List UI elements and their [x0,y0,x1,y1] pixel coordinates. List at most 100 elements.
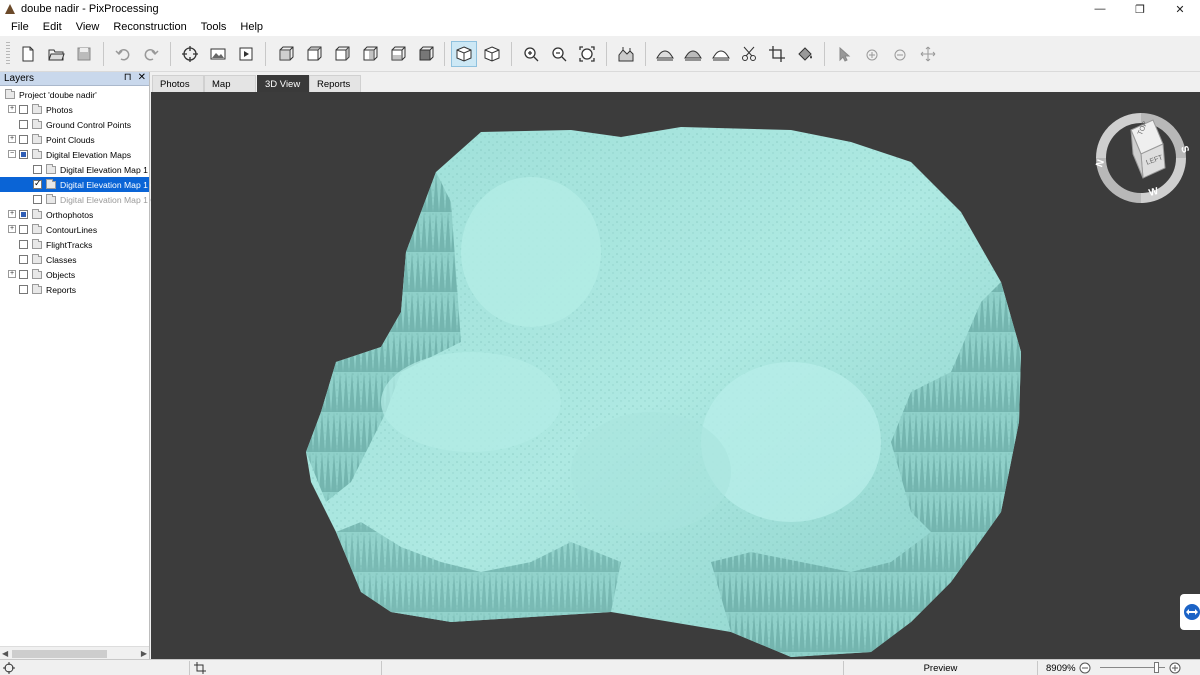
layer-item[interactable]: Reports [0,282,149,297]
select-point-button[interactable] [831,41,857,67]
scroll-right-icon[interactable]: ▶ [141,649,147,658]
layer-item[interactable]: Ground Control Points [0,117,149,132]
layer-checkbox[interactable] [19,135,28,144]
layer-item[interactable]: − Digital Elevation Maps [0,147,149,162]
perspective-view-button[interactable] [451,41,477,67]
surface-1-button[interactable] [652,41,678,67]
surface-3-button[interactable] [708,41,734,67]
layer-checkbox[interactable] [19,105,28,114]
layer-label: Objects [46,269,76,280]
open-button[interactable] [43,41,69,67]
layer-label: Photos [46,104,73,115]
layer-expander[interactable]: + [8,105,16,113]
layer-checkbox[interactable] [19,270,28,279]
save-icon [77,47,91,61]
new-file-button[interactable] [15,41,41,67]
view-cube-2-button[interactable] [300,41,326,67]
zoom-in-button[interactable] [518,41,544,67]
gcp-button[interactable] [177,41,203,67]
layer-checkbox[interactable] [19,120,28,129]
3d-viewport[interactable]: N S W TOP LEFT [151,92,1200,659]
layer-checkbox[interactable] [19,225,28,234]
layer-expander[interactable]: + [8,135,16,143]
layer-item[interactable]: + ContourLines [0,222,149,237]
image-button[interactable] [205,41,231,67]
layers-panel-header: Layers ⊓ ✕ [0,72,149,86]
menu-reconstruction[interactable]: Reconstruction [106,21,193,33]
pin-icon[interactable]: ⊓ [124,72,132,83]
zoom-out-button[interactable] [546,41,572,67]
layer-checkbox[interactable] [19,150,28,159]
crop-button[interactable] [764,41,790,67]
layer-item[interactable]: + Point Clouds [0,132,149,147]
layer-checkbox[interactable] [33,178,42,189]
menu-file[interactable]: File [4,21,36,33]
minimize-button[interactable]: — [1080,0,1120,18]
menu-help[interactable]: Help [233,21,270,33]
fill-button[interactable] [792,41,818,67]
layer-checkbox[interactable] [19,285,28,294]
scroll-thumb[interactable] [12,650,107,658]
layer-item[interactable]: + Objects [0,267,149,282]
restore-button[interactable]: ❐ [1120,0,1160,18]
add-point-button[interactable] [859,41,885,67]
layer-expander[interactable]: + [8,270,16,278]
layer-expander[interactable]: + [8,225,16,233]
close-window-button[interactable]: ✕ [1160,0,1200,18]
menu-view[interactable]: View [69,21,107,33]
side-help-widget[interactable] [1180,594,1200,630]
close-panel-button[interactable]: ✕ [138,72,146,83]
layer-label: Project 'doube nadir' [19,89,97,100]
zoom-slider-thumb[interactable] [1153,662,1159,673]
tab-3d-view[interactable]: 3D View [257,75,309,92]
layer-item[interactable]: Project 'doube nadir' [0,87,149,102]
save-button[interactable] [71,41,97,67]
layer-checkbox[interactable] [19,255,28,264]
zoom-out-small-icon[interactable] [1079,662,1091,674]
tab-photos[interactable]: Photos [152,75,204,92]
run-icon [239,47,253,61]
layers-horizontal-scrollbar[interactable]: ◀ ▶ [0,646,149,660]
undo-button[interactable] [110,41,136,67]
scroll-left-icon[interactable]: ◀ [2,649,8,658]
move-point-button[interactable] [915,41,941,67]
zoom-fit-button[interactable] [574,41,600,67]
select-point-icon [839,46,851,62]
layer-item[interactable]: + Photos [0,102,149,117]
navigation-target-icon[interactable] [3,662,15,674]
layer-checkbox[interactable] [33,195,42,204]
layer-item[interactable]: Digital Elevation Map 1 C [0,192,157,207]
view-cube-6-button[interactable] [412,41,438,67]
menu-tools[interactable]: Tools [194,21,234,33]
cube-view-2-icon [307,46,322,61]
folder-icon [46,194,56,204]
layer-item[interactable]: Classes [0,252,149,267]
view-cube-1-button[interactable] [272,41,298,67]
run-button[interactable] [233,41,259,67]
toolbar-grip[interactable] [6,42,10,66]
zoom-in-small-icon[interactable] [1169,662,1181,674]
layer-item[interactable]: Digital Elevation Map 1 [0,162,149,177]
tab-map[interactable]: Map [204,75,256,92]
layer-item[interactable]: FlightTracks [0,237,149,252]
tab-reports[interactable]: Reports [309,75,361,92]
view-cube-5-button[interactable] [384,41,410,67]
layer-item[interactable]: Digital Elevation Map 1 C [0,177,157,192]
layer-checkbox[interactable] [19,240,28,249]
layer-expander[interactable]: − [8,150,16,158]
cut-button[interactable] [736,41,762,67]
view-cube-3-button[interactable] [328,41,354,67]
remove-point-button[interactable] [887,41,913,67]
layer-item[interactable]: + Orthophotos [0,207,149,222]
cube-view-6-icon [419,46,434,61]
surface-2-button[interactable] [680,41,706,67]
view-cube-4-button[interactable] [356,41,382,67]
layer-expander[interactable]: + [8,210,16,218]
redo-button[interactable] [138,41,164,67]
menu-edit[interactable]: Edit [36,21,69,33]
elevation-profile-button[interactable] [613,41,639,67]
layer-checkbox[interactable] [19,210,28,219]
crop-region-icon[interactable] [194,662,206,674]
orthographic-view-button[interactable] [479,41,505,67]
layer-checkbox[interactable] [33,165,42,174]
